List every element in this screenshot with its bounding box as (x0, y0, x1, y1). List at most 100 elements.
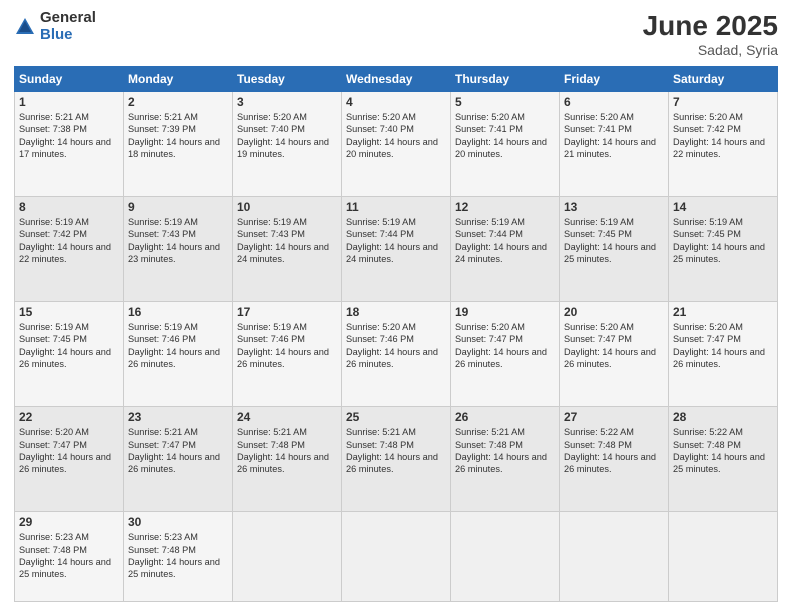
table-row: 4 Sunrise: 5:20 AMSunset: 7:40 PMDayligh… (342, 92, 451, 197)
day-number: 26 (455, 410, 555, 424)
col-monday: Monday (124, 67, 233, 92)
table-row (560, 512, 669, 602)
day-number: 19 (455, 305, 555, 319)
day-number: 15 (19, 305, 119, 319)
table-row: 17 Sunrise: 5:19 AMSunset: 7:46 PMDaylig… (233, 302, 342, 407)
day-info: Sunrise: 5:19 AMSunset: 7:46 PMDaylight:… (128, 321, 228, 371)
day-info: Sunrise: 5:19 AMSunset: 7:46 PMDaylight:… (237, 321, 337, 371)
page: General Blue June 2025 Sadad, Syria Sund… (0, 0, 792, 612)
day-number: 18 (346, 305, 446, 319)
day-info: Sunrise: 5:20 AMSunset: 7:47 PMDaylight:… (455, 321, 555, 371)
day-info: Sunrise: 5:20 AMSunset: 7:41 PMDaylight:… (455, 111, 555, 161)
day-number: 14 (673, 200, 773, 214)
table-row (233, 512, 342, 602)
day-info: Sunrise: 5:21 AMSunset: 7:48 PMDaylight:… (237, 426, 337, 476)
col-friday: Friday (560, 67, 669, 92)
day-number: 12 (455, 200, 555, 214)
day-info: Sunrise: 5:19 AMSunset: 7:45 PMDaylight:… (673, 216, 773, 266)
day-info: Sunrise: 5:21 AMSunset: 7:39 PMDaylight:… (128, 111, 228, 161)
calendar-header-row: Sunday Monday Tuesday Wednesday Thursday… (15, 67, 778, 92)
day-info: Sunrise: 5:23 AMSunset: 7:48 PMDaylight:… (19, 531, 119, 581)
table-row: 18 Sunrise: 5:20 AMSunset: 7:46 PMDaylig… (342, 302, 451, 407)
day-number: 22 (19, 410, 119, 424)
day-info: Sunrise: 5:20 AMSunset: 7:41 PMDaylight:… (564, 111, 664, 161)
day-number: 9 (128, 200, 228, 214)
table-row: 14 Sunrise: 5:19 AMSunset: 7:45 PMDaylig… (669, 197, 778, 302)
day-info: Sunrise: 5:20 AMSunset: 7:47 PMDaylight:… (19, 426, 119, 476)
header: General Blue June 2025 Sadad, Syria (14, 10, 778, 58)
day-number: 7 (673, 95, 773, 109)
day-number: 4 (346, 95, 446, 109)
col-tuesday: Tuesday (233, 67, 342, 92)
table-row: 8 Sunrise: 5:19 AMSunset: 7:42 PMDayligh… (15, 197, 124, 302)
day-info: Sunrise: 5:21 AMSunset: 7:38 PMDaylight:… (19, 111, 119, 161)
table-row: 7 Sunrise: 5:20 AMSunset: 7:42 PMDayligh… (669, 92, 778, 197)
logo: General Blue (14, 10, 96, 43)
table-row: 2 Sunrise: 5:21 AMSunset: 7:39 PMDayligh… (124, 92, 233, 197)
table-row: 3 Sunrise: 5:20 AMSunset: 7:40 PMDayligh… (233, 92, 342, 197)
table-row: 24 Sunrise: 5:21 AMSunset: 7:48 PMDaylig… (233, 407, 342, 512)
day-info: Sunrise: 5:19 AMSunset: 7:42 PMDaylight:… (19, 216, 119, 266)
month-title: June 2025 (643, 10, 778, 42)
day-info: Sunrise: 5:19 AMSunset: 7:44 PMDaylight:… (455, 216, 555, 266)
table-row: 10 Sunrise: 5:19 AMSunset: 7:43 PMDaylig… (233, 197, 342, 302)
table-row: 26 Sunrise: 5:21 AMSunset: 7:48 PMDaylig… (451, 407, 560, 512)
day-info: Sunrise: 5:19 AMSunset: 7:45 PMDaylight:… (19, 321, 119, 371)
day-number: 17 (237, 305, 337, 319)
day-number: 3 (237, 95, 337, 109)
table-row: 1 Sunrise: 5:21 AMSunset: 7:38 PMDayligh… (15, 92, 124, 197)
col-sunday: Sunday (15, 67, 124, 92)
table-row: 23 Sunrise: 5:21 AMSunset: 7:47 PMDaylig… (124, 407, 233, 512)
table-row: 20 Sunrise: 5:20 AMSunset: 7:47 PMDaylig… (560, 302, 669, 407)
col-thursday: Thursday (451, 67, 560, 92)
table-row: 25 Sunrise: 5:21 AMSunset: 7:48 PMDaylig… (342, 407, 451, 512)
day-info: Sunrise: 5:23 AMSunset: 7:48 PMDaylight:… (128, 531, 228, 581)
day-info: Sunrise: 5:19 AMSunset: 7:45 PMDaylight:… (564, 216, 664, 266)
logo-text: General Blue (40, 10, 96, 43)
day-number: 16 (128, 305, 228, 319)
day-info: Sunrise: 5:21 AMSunset: 7:48 PMDaylight:… (455, 426, 555, 476)
table-row: 28 Sunrise: 5:22 AMSunset: 7:48 PMDaylig… (669, 407, 778, 512)
logo-icon (14, 16, 36, 38)
day-number: 11 (346, 200, 446, 214)
table-row: 11 Sunrise: 5:19 AMSunset: 7:44 PMDaylig… (342, 197, 451, 302)
table-row (451, 512, 560, 602)
day-info: Sunrise: 5:21 AMSunset: 7:47 PMDaylight:… (128, 426, 228, 476)
day-number: 1 (19, 95, 119, 109)
title-block: June 2025 Sadad, Syria (643, 10, 778, 58)
logo-general: General (40, 10, 96, 27)
table-row: 16 Sunrise: 5:19 AMSunset: 7:46 PMDaylig… (124, 302, 233, 407)
table-row: 15 Sunrise: 5:19 AMSunset: 7:45 PMDaylig… (15, 302, 124, 407)
day-number: 5 (455, 95, 555, 109)
table-row: 19 Sunrise: 5:20 AMSunset: 7:47 PMDaylig… (451, 302, 560, 407)
table-row: 5 Sunrise: 5:20 AMSunset: 7:41 PMDayligh… (451, 92, 560, 197)
day-info: Sunrise: 5:22 AMSunset: 7:48 PMDaylight:… (564, 426, 664, 476)
table-row: 9 Sunrise: 5:19 AMSunset: 7:43 PMDayligh… (124, 197, 233, 302)
day-number: 13 (564, 200, 664, 214)
day-number: 10 (237, 200, 337, 214)
table-row: 6 Sunrise: 5:20 AMSunset: 7:41 PMDayligh… (560, 92, 669, 197)
day-number: 29 (19, 515, 119, 529)
table-row: 22 Sunrise: 5:20 AMSunset: 7:47 PMDaylig… (15, 407, 124, 512)
location-subtitle: Sadad, Syria (643, 42, 778, 58)
table-row: 29 Sunrise: 5:23 AMSunset: 7:48 PMDaylig… (15, 512, 124, 602)
day-number: 8 (19, 200, 119, 214)
day-number: 6 (564, 95, 664, 109)
day-number: 23 (128, 410, 228, 424)
day-info: Sunrise: 5:19 AMSunset: 7:43 PMDaylight:… (237, 216, 337, 266)
col-saturday: Saturday (669, 67, 778, 92)
day-info: Sunrise: 5:20 AMSunset: 7:40 PMDaylight:… (237, 111, 337, 161)
day-number: 27 (564, 410, 664, 424)
table-row: 30 Sunrise: 5:23 AMSunset: 7:48 PMDaylig… (124, 512, 233, 602)
day-number: 20 (564, 305, 664, 319)
day-info: Sunrise: 5:20 AMSunset: 7:47 PMDaylight:… (564, 321, 664, 371)
table-row: 12 Sunrise: 5:19 AMSunset: 7:44 PMDaylig… (451, 197, 560, 302)
day-info: Sunrise: 5:20 AMSunset: 7:47 PMDaylight:… (673, 321, 773, 371)
table-row: 27 Sunrise: 5:22 AMSunset: 7:48 PMDaylig… (560, 407, 669, 512)
col-wednesday: Wednesday (342, 67, 451, 92)
day-info: Sunrise: 5:22 AMSunset: 7:48 PMDaylight:… (673, 426, 773, 476)
day-info: Sunrise: 5:20 AMSunset: 7:42 PMDaylight:… (673, 111, 773, 161)
day-number: 24 (237, 410, 337, 424)
day-info: Sunrise: 5:20 AMSunset: 7:46 PMDaylight:… (346, 321, 446, 371)
table-row: 21 Sunrise: 5:20 AMSunset: 7:47 PMDaylig… (669, 302, 778, 407)
